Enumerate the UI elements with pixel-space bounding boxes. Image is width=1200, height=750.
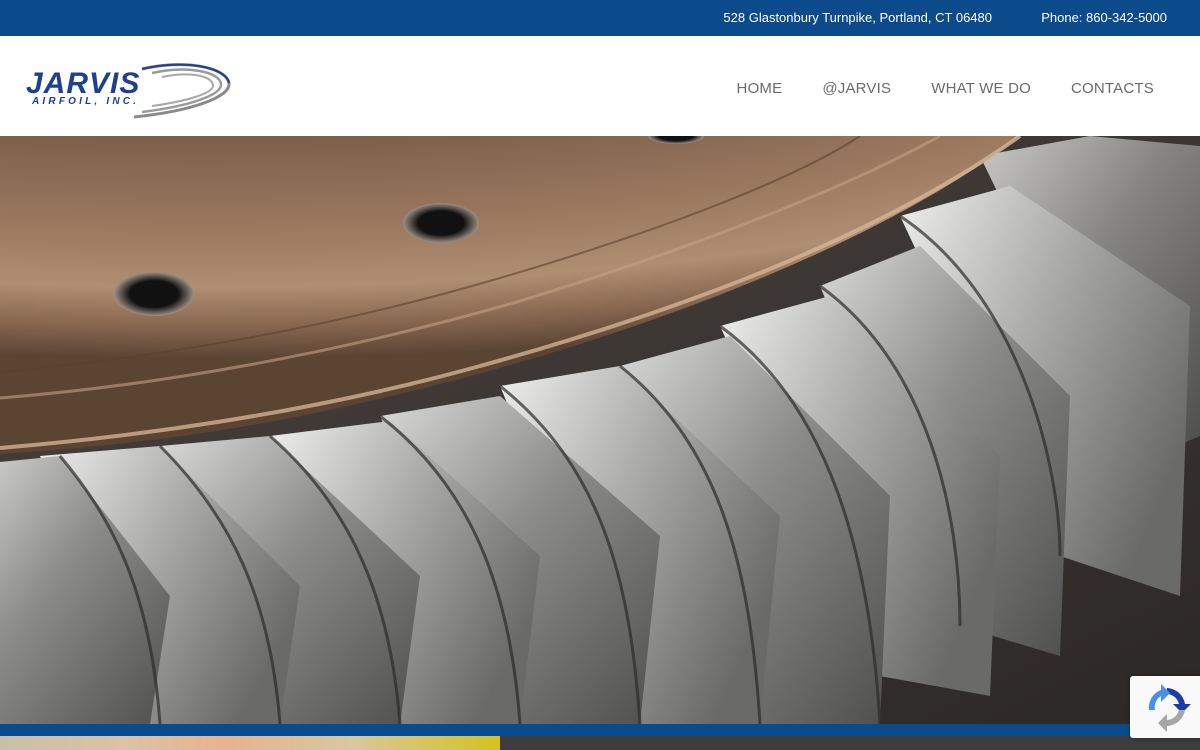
nav-contacts[interactable]: CONTACTS	[1071, 80, 1154, 97]
top-contact-bar: 528 Glastonbury Turnpike, Portland, CT 0…	[0, 0, 1200, 36]
jarvis-logo-graphic: JARVIS AIRFOIL, INC.	[26, 63, 231, 119]
section-dark-strip	[500, 736, 1200, 750]
section-image-strip	[0, 736, 500, 750]
site-header: JARVIS AIRFOIL, INC. HOME @JARVIS WHAT W…	[0, 36, 1200, 136]
logo-tagline: AIRFOIL, INC.	[31, 96, 139, 107]
nav-what-we-do[interactable]: WHAT WE DO	[931, 80, 1031, 97]
address-text: 528 Glastonbury Turnpike, Portland, CT 0…	[723, 10, 992, 25]
nav-home[interactable]: HOME	[737, 80, 783, 97]
nav-at-jarvis[interactable]: @JARVIS	[822, 80, 891, 97]
blue-divider	[0, 724, 1200, 736]
main-navigation: HOME @JARVIS WHAT WE DO CONTACTS	[697, 80, 1154, 97]
hero-image	[0, 136, 1200, 724]
recaptcha-icon	[1148, 684, 1191, 732]
site-logo[interactable]: JARVIS AIRFOIL, INC.	[24, 55, 234, 121]
turbine-blades-graphic	[0, 136, 1200, 724]
recaptcha-badge[interactable]	[1130, 676, 1200, 738]
phone-text[interactable]: Phone: 860-342-5000	[1041, 10, 1167, 25]
